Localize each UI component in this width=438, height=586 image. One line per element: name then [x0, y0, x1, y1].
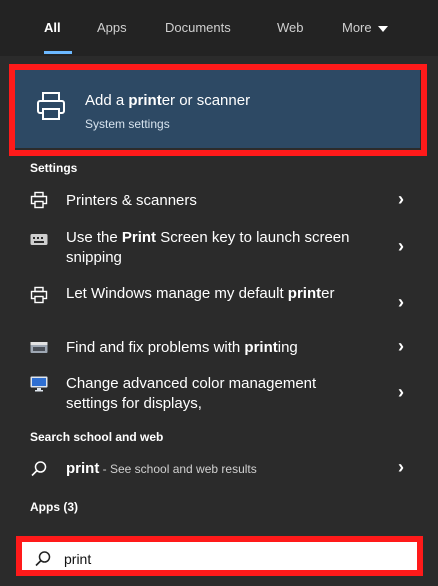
result-label: print - See school and web results: [66, 460, 257, 477]
active-tab-indicator: [44, 51, 72, 54]
chevron-right-icon: ›: [398, 457, 404, 477]
search-box[interactable]: print: [16, 536, 423, 576]
printer-icon: [30, 191, 48, 209]
result-web-search[interactable]: print - See school and web results ›: [30, 457, 410, 479]
result-printers-scanners[interactable]: Printers & scanners ›: [30, 189, 410, 211]
tab-apps[interactable]: Apps: [97, 20, 127, 35]
tab-documents[interactable]: Documents: [165, 20, 231, 35]
tab-web[interactable]: Web: [277, 20, 304, 35]
settings-section-header: Settings: [30, 161, 78, 175]
search-results-panel: All Apps Documents Web More Add a printe…: [0, 0, 438, 586]
monitor-icon: [30, 376, 48, 392]
tab-more[interactable]: More: [342, 20, 388, 35]
chevron-down-icon: [377, 25, 388, 32]
result-label: Printers & scanners: [66, 192, 197, 209]
chevron-right-icon: ›: [398, 292, 404, 312]
troubleshoot-icon: [30, 342, 48, 353]
tab-more-label: More: [342, 20, 372, 35]
keyboard-icon: [30, 234, 48, 245]
search-icon: [35, 551, 51, 567]
result-fix-printing[interactable]: Find and fix problems with printing ›: [30, 336, 410, 358]
result-label: Let Windows manage my default printer: [66, 285, 335, 302]
result-label: Change advanced color management setting…: [66, 375, 317, 412]
chevron-right-icon: ›: [398, 336, 404, 356]
result-print-screen-key[interactable]: Use the Print Screen key to launch scree…: [30, 228, 410, 268]
search-input[interactable]: print: [64, 551, 91, 567]
chevron-right-icon: ›: [398, 189, 404, 209]
highlight-frame: [9, 64, 427, 156]
search-icon: [31, 461, 47, 477]
chevron-right-icon: ›: [398, 236, 404, 256]
apps-section-header: Apps (3): [30, 500, 78, 514]
web-section-header: Search school and web: [30, 430, 164, 444]
tab-all[interactable]: All: [44, 20, 61, 35]
result-label: Find and fix problems with printing: [66, 339, 298, 356]
printer-icon: [30, 286, 48, 304]
result-advanced-color[interactable]: Change advanced color management setting…: [30, 374, 410, 414]
result-default-printer[interactable]: Let Windows manage my default printer ›: [30, 284, 410, 324]
result-label: Use the Print Screen key to launch scree…: [66, 229, 350, 266]
search-tabs: All Apps Documents Web More: [0, 0, 438, 56]
chevron-right-icon: ›: [398, 382, 404, 402]
